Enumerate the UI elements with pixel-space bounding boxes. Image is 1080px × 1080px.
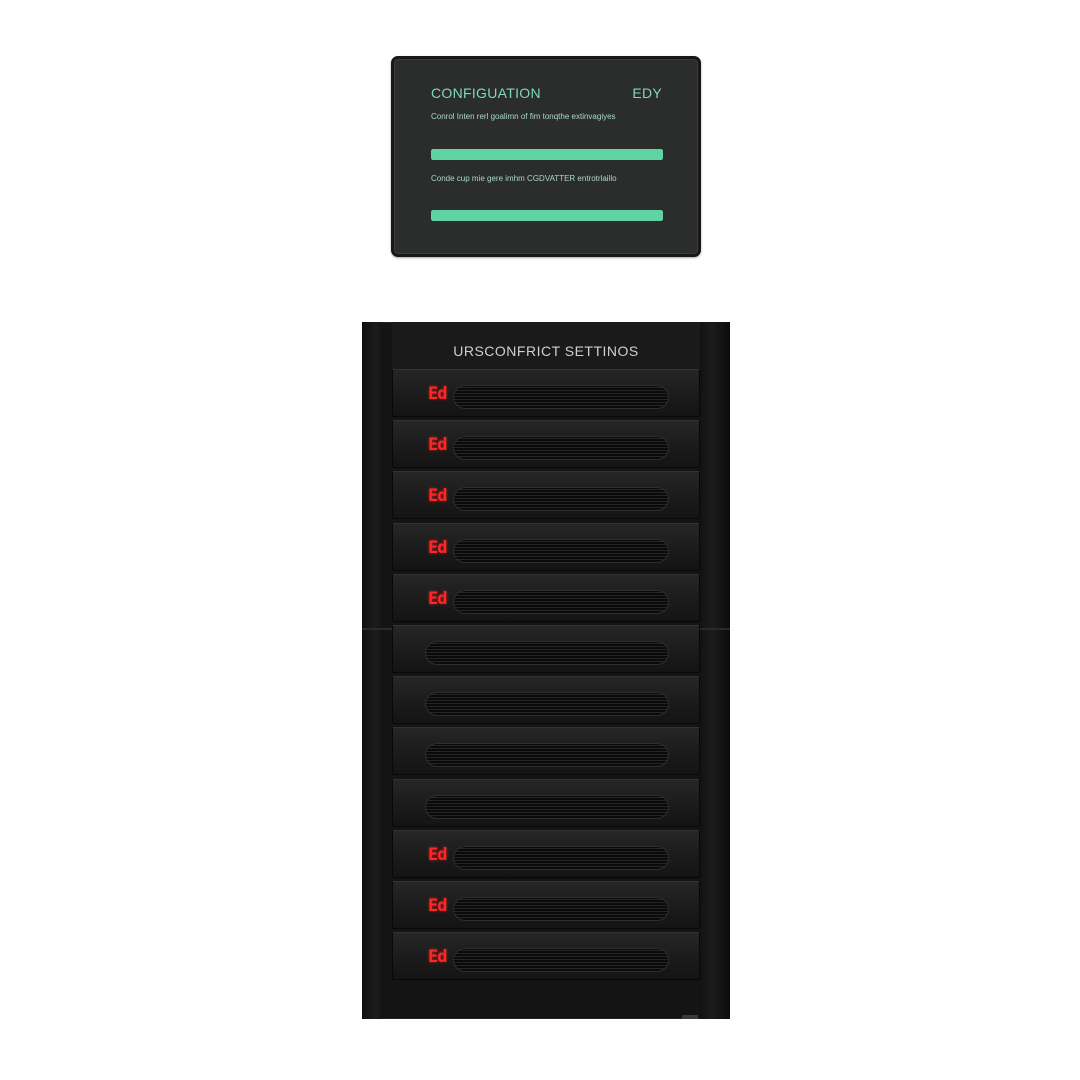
tower-header: URSCONFRICT SETTINOS (392, 322, 700, 373)
tower-header-label: URSCONFRICT SETTINOS (453, 343, 639, 359)
drive-bay[interactable] (392, 778, 700, 827)
drive-grille (453, 487, 669, 512)
drive-grille (453, 589, 669, 614)
drive-grille (425, 794, 669, 819)
server-tower: URSCONFRICT SETTINOS Ed Ed Ed Ed Ed Ed Ed Ed (362, 322, 730, 1019)
config-description: Conde cup mie gere imhm CGDVATTER entrot… (431, 174, 617, 183)
drive-bay[interactable]: Ed (392, 573, 700, 622)
config-description: Conrol Inten rerl goalimn of fim tonqthe… (431, 112, 616, 121)
drive-grille (425, 692, 669, 717)
drive-grille (425, 743, 669, 768)
drive-bay[interactable] (392, 625, 700, 673)
configuration-panel: CONFIGUATION EDY Conrol Inten rerl goali… (391, 56, 701, 257)
drive-bay[interactable]: Ed (392, 471, 700, 520)
drive-bay[interactable]: Ed (392, 522, 700, 571)
config-progress-bar (431, 149, 663, 160)
drive-bay[interactable]: Ed (392, 420, 700, 469)
drive-bay[interactable]: Ed (392, 881, 700, 929)
config-title: CONFIGUATION (431, 85, 541, 101)
drive-grille (453, 845, 669, 870)
status-led: Ed (428, 537, 448, 558)
status-led: Ed (428, 384, 448, 404)
tower-side-panel (362, 322, 382, 1019)
status-led: Ed (428, 588, 448, 609)
tower-side-panel (700, 322, 730, 1019)
drive-bay[interactable]: Ed (392, 369, 700, 417)
drive-grille (453, 897, 669, 921)
drive-bay[interactable]: Ed (392, 829, 700, 878)
config-progress-bar (431, 210, 663, 221)
drive-grille (453, 436, 669, 461)
config-status: EDY (632, 85, 662, 101)
drive-grille (453, 538, 669, 563)
tower-foot (682, 1015, 698, 1019)
drive-bay[interactable] (392, 676, 700, 725)
status-led: Ed (428, 435, 448, 456)
status-led: Ed (428, 947, 448, 968)
status-led: Ed (428, 486, 448, 507)
drive-bay[interactable] (392, 727, 700, 776)
drive-grille (425, 641, 669, 665)
progress-fill (431, 210, 663, 221)
progress-fill (431, 149, 663, 160)
status-led: Ed (428, 844, 448, 865)
drive-bay[interactable]: Ed (392, 932, 700, 981)
status-led: Ed (428, 896, 448, 916)
drive-grille (453, 948, 669, 973)
drive-grille (453, 385, 669, 409)
